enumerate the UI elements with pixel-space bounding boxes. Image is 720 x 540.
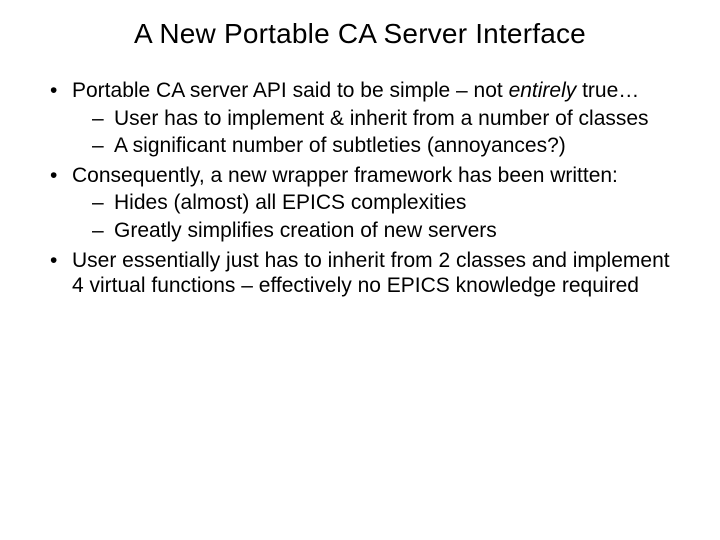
- slide-title: A New Portable CA Server Interface: [40, 18, 680, 50]
- sub-bullet-item: Greatly simplifies creation of new serve…: [92, 218, 680, 244]
- sub-bullet-list: User has to implement & inherit from a n…: [72, 106, 680, 159]
- sub-bullet-list: Hides (almost) all EPICS complexities Gr…: [72, 190, 680, 243]
- sub-bullet-item: Hides (almost) all EPICS complexities: [92, 190, 680, 216]
- sub-bullet-text: Greatly simplifies creation of new serve…: [114, 219, 497, 242]
- sub-bullet-text: User has to implement & inherit from a n…: [114, 107, 649, 130]
- sub-bullet-text: A significant number of subtleties (anno…: [114, 134, 566, 157]
- bullet-text: User essentially just has to inherit fro…: [72, 249, 670, 298]
- sub-bullet-item: A significant number of subtleties (anno…: [92, 133, 680, 159]
- sub-bullet-text: Hides (almost) all EPICS complexities: [114, 191, 466, 214]
- bullet-list: Portable CA server API said to be simple…: [40, 78, 680, 299]
- bullet-item: Consequently, a new wrapper framework ha…: [50, 163, 680, 244]
- bullet-text-post: true…: [576, 79, 639, 102]
- bullet-item: User essentially just has to inherit fro…: [50, 248, 680, 299]
- bullet-text: Consequently, a new wrapper framework ha…: [72, 164, 618, 187]
- bullet-text-em: entirely: [509, 79, 577, 102]
- bullet-text-pre: Portable CA server API said to be simple…: [72, 79, 509, 102]
- sub-bullet-item: User has to implement & inherit from a n…: [92, 106, 680, 132]
- bullet-item: Portable CA server API said to be simple…: [50, 78, 680, 159]
- slide: A New Portable CA Server Interface Porta…: [0, 0, 720, 540]
